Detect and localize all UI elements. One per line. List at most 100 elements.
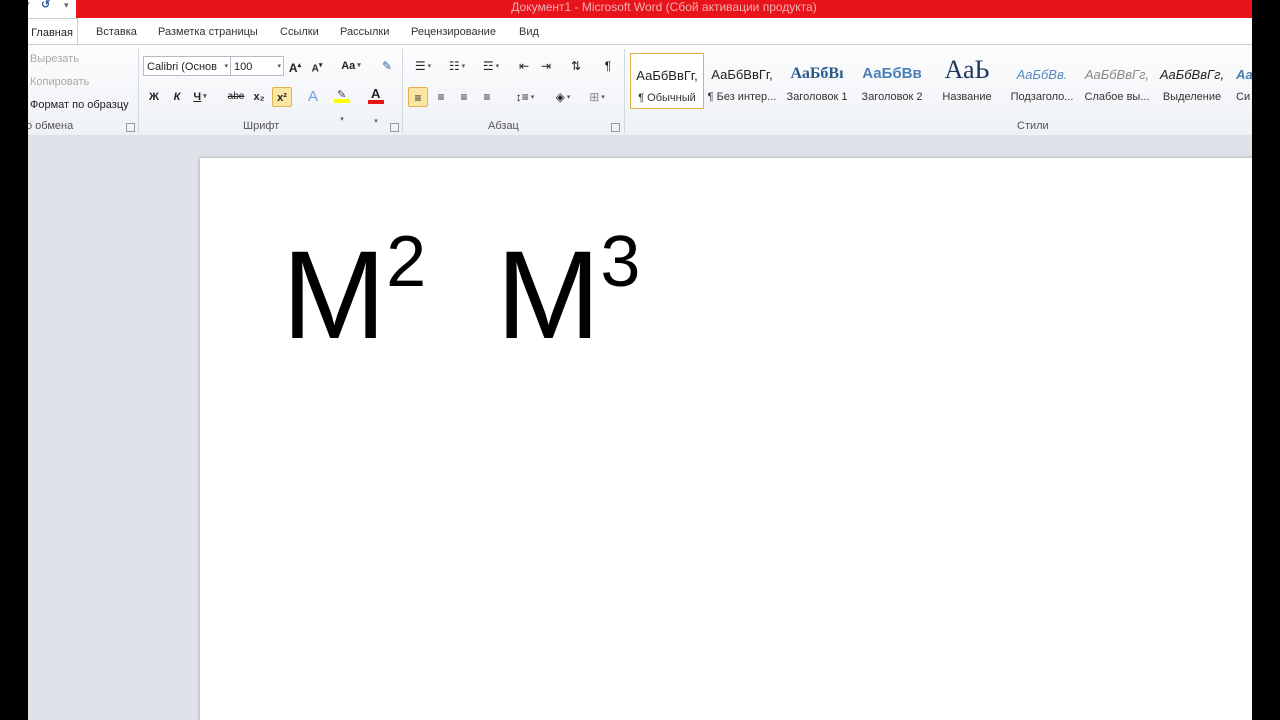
decrease-indent-icon[interactable]: ⇤ xyxy=(514,56,534,76)
style-emphasis[interactable]: АаБбВвГг, Выделение xyxy=(1155,53,1229,109)
style-name: Подзаголо... xyxy=(1010,91,1074,103)
ribbon-tabs: Главная Вставка Разметка страницы Ссылки… xyxy=(28,18,1252,45)
change-case-button[interactable]: Aa ▾ xyxy=(337,56,365,76)
clipboard-launcher-icon[interactable] xyxy=(126,123,135,132)
subscript-button[interactable]: x₂ xyxy=(249,87,269,107)
style-strong[interactable]: Аа Си xyxy=(1230,53,1252,109)
shading-button[interactable]: ◈ ▾ xyxy=(548,87,578,107)
tab-review[interactable]: Рецензирование xyxy=(411,18,496,44)
style-sample: АаБбВвГг, xyxy=(1084,67,1150,82)
title-bar: ▾ ↺ ▾ Документ1 - Microsoft Word (Сбой а… xyxy=(28,0,1252,18)
clipboard-group-label: о обмена xyxy=(28,120,74,132)
text-effects-icon[interactable]: A xyxy=(303,87,323,107)
style-sample: АаБбВı xyxy=(790,65,844,82)
font-name-box[interactable]: Calibri (Основ ▾ xyxy=(143,56,231,76)
underline-button[interactable]: Ч ▾ xyxy=(190,87,210,107)
separator: ▾ xyxy=(28,0,30,11)
style-heading-1[interactable]: АаБбВı Заголовок 1 xyxy=(780,53,854,109)
increase-indent-icon[interactable]: ⇥ xyxy=(536,56,556,76)
format-painter-button[interactable]: Формат по образцу xyxy=(30,99,129,111)
text-m-1: M xyxy=(282,226,387,365)
sort-icon[interactable]: ⇅ xyxy=(566,56,586,76)
change-case-label: Aa xyxy=(341,60,356,72)
style-sample: АаБбВвГг, xyxy=(636,68,698,83)
document-text[interactable]: M2 M3 xyxy=(282,226,640,358)
multilevel-list-button[interactable]: ☲ ▾ xyxy=(476,56,506,76)
style-name: ¶ Без интер... xyxy=(707,91,777,103)
font-color-icon: A xyxy=(368,86,384,105)
font-color-button[interactable]: A ▾ xyxy=(366,86,386,125)
style-sample: АаБбВв. xyxy=(1016,67,1068,82)
style-normal[interactable]: АаБбВвГг, ¶ Обычный xyxy=(630,53,704,109)
bold-button[interactable]: Ж xyxy=(144,87,164,107)
style-name: Выделение xyxy=(1162,91,1222,103)
copy-button[interactable]: Копировать xyxy=(30,76,89,88)
chevron-down-icon[interactable]: ▾ xyxy=(224,57,228,77)
style-name: Си xyxy=(1236,91,1251,103)
style-sample: АаБбВвГг, xyxy=(1159,67,1225,82)
justify-button[interactable]: ≡ xyxy=(477,87,497,107)
group-divider xyxy=(624,49,625,133)
tab-mailings[interactable]: Рассылки xyxy=(340,18,389,44)
ribbon-home: Вырезать Копировать Формат по образцу о … xyxy=(28,44,1252,136)
style-name: Название xyxy=(942,91,992,103)
bullets-button[interactable]: ☰ ▾ xyxy=(408,56,438,76)
font-group-label: Шрифт xyxy=(243,120,280,132)
undo-icon[interactable]: ↺ xyxy=(41,0,50,11)
tab-references[interactable]: Ссылки xyxy=(280,18,319,44)
style-name: Заголовок 1 xyxy=(786,91,848,103)
text-m-2: M xyxy=(496,226,601,365)
italic-button[interactable]: К xyxy=(167,87,187,107)
tab-home[interactable]: Главная xyxy=(28,18,78,45)
align-center-button[interactable]: ≡ xyxy=(431,87,451,107)
borders-button[interactable]: ⊞ ▾ xyxy=(582,87,612,107)
clear-formatting-icon[interactable]: ✎ xyxy=(377,56,397,76)
style-subtle-emphasis[interactable]: АаБбВвГг, Слабое вы... xyxy=(1080,53,1154,109)
style-subtitle[interactable]: АаБбВв. Подзаголо... xyxy=(1005,53,1079,109)
style-name: ¶ Обычный xyxy=(638,92,696,104)
shrink-font-button[interactable]: A▾ xyxy=(307,56,327,76)
style-sample: АаБбВв xyxy=(862,65,922,82)
superscript-3: 3 xyxy=(600,222,641,302)
tab-insert[interactable]: Вставка xyxy=(96,18,137,44)
document-workspace: M2 M3 xyxy=(28,135,1252,720)
numbering-button[interactable]: ☷ ▾ xyxy=(442,56,472,76)
font-size-value: 100 xyxy=(234,61,253,73)
superscript-button[interactable]: x² xyxy=(272,87,292,107)
customize-qat-icon[interactable]: ▾ xyxy=(64,0,69,11)
font-size-box[interactable]: 100 ▾ xyxy=(230,56,284,76)
paragraph-group-label: Абзац xyxy=(488,120,519,132)
chevron-down-icon[interactable]: ▾ xyxy=(277,57,281,77)
style-title[interactable]: АаЬ Название xyxy=(930,53,1004,109)
font-launcher-icon[interactable] xyxy=(390,123,399,132)
cut-button[interactable]: Вырезать xyxy=(30,53,79,65)
style-no-spacing[interactable]: АаБбВвГг, ¶ Без интер... xyxy=(705,53,779,109)
font-color-swatch xyxy=(368,100,384,104)
window-title: Документ1 - Microsoft Word (Сбой активац… xyxy=(76,0,1252,18)
shrink-font-icon: A xyxy=(311,63,319,75)
grow-font-button[interactable]: A▴ xyxy=(285,56,305,76)
superscript-2: 2 xyxy=(386,222,427,302)
grow-font-icon: A xyxy=(288,61,298,75)
quick-access-toolbar: ▾ ↺ ▾ xyxy=(28,0,76,18)
document-page[interactable]: M2 M3 xyxy=(200,158,1252,720)
show-formatting-button[interactable]: ¶ xyxy=(598,56,618,76)
line-spacing-button[interactable]: ↕≡ ▾ xyxy=(510,87,540,107)
style-heading-2[interactable]: АаБбВв Заголовок 2 xyxy=(855,53,929,109)
group-divider xyxy=(402,49,403,133)
style-sample: АаЬ xyxy=(944,55,990,84)
style-sample: Аа xyxy=(1236,67,1252,82)
highlight-color-button[interactable]: ✎ ▾ xyxy=(332,87,352,123)
tab-view[interactable]: Вид xyxy=(519,18,539,44)
highlighter-icon: ✎ xyxy=(334,87,350,103)
strikethrough-button[interactable]: abe xyxy=(226,87,246,107)
align-left-button[interactable]: ≡ xyxy=(408,87,428,107)
tab-page-layout[interactable]: Разметка страницы xyxy=(158,18,258,44)
underline-label: Ч xyxy=(193,91,202,103)
group-divider xyxy=(138,49,139,133)
highlight-swatch xyxy=(334,99,350,103)
paragraph-launcher-icon[interactable] xyxy=(611,123,620,132)
font-name-value: Calibri (Основ xyxy=(147,61,217,73)
align-right-button[interactable]: ≡ xyxy=(454,87,474,107)
style-name: Слабое вы... xyxy=(1084,91,1150,103)
